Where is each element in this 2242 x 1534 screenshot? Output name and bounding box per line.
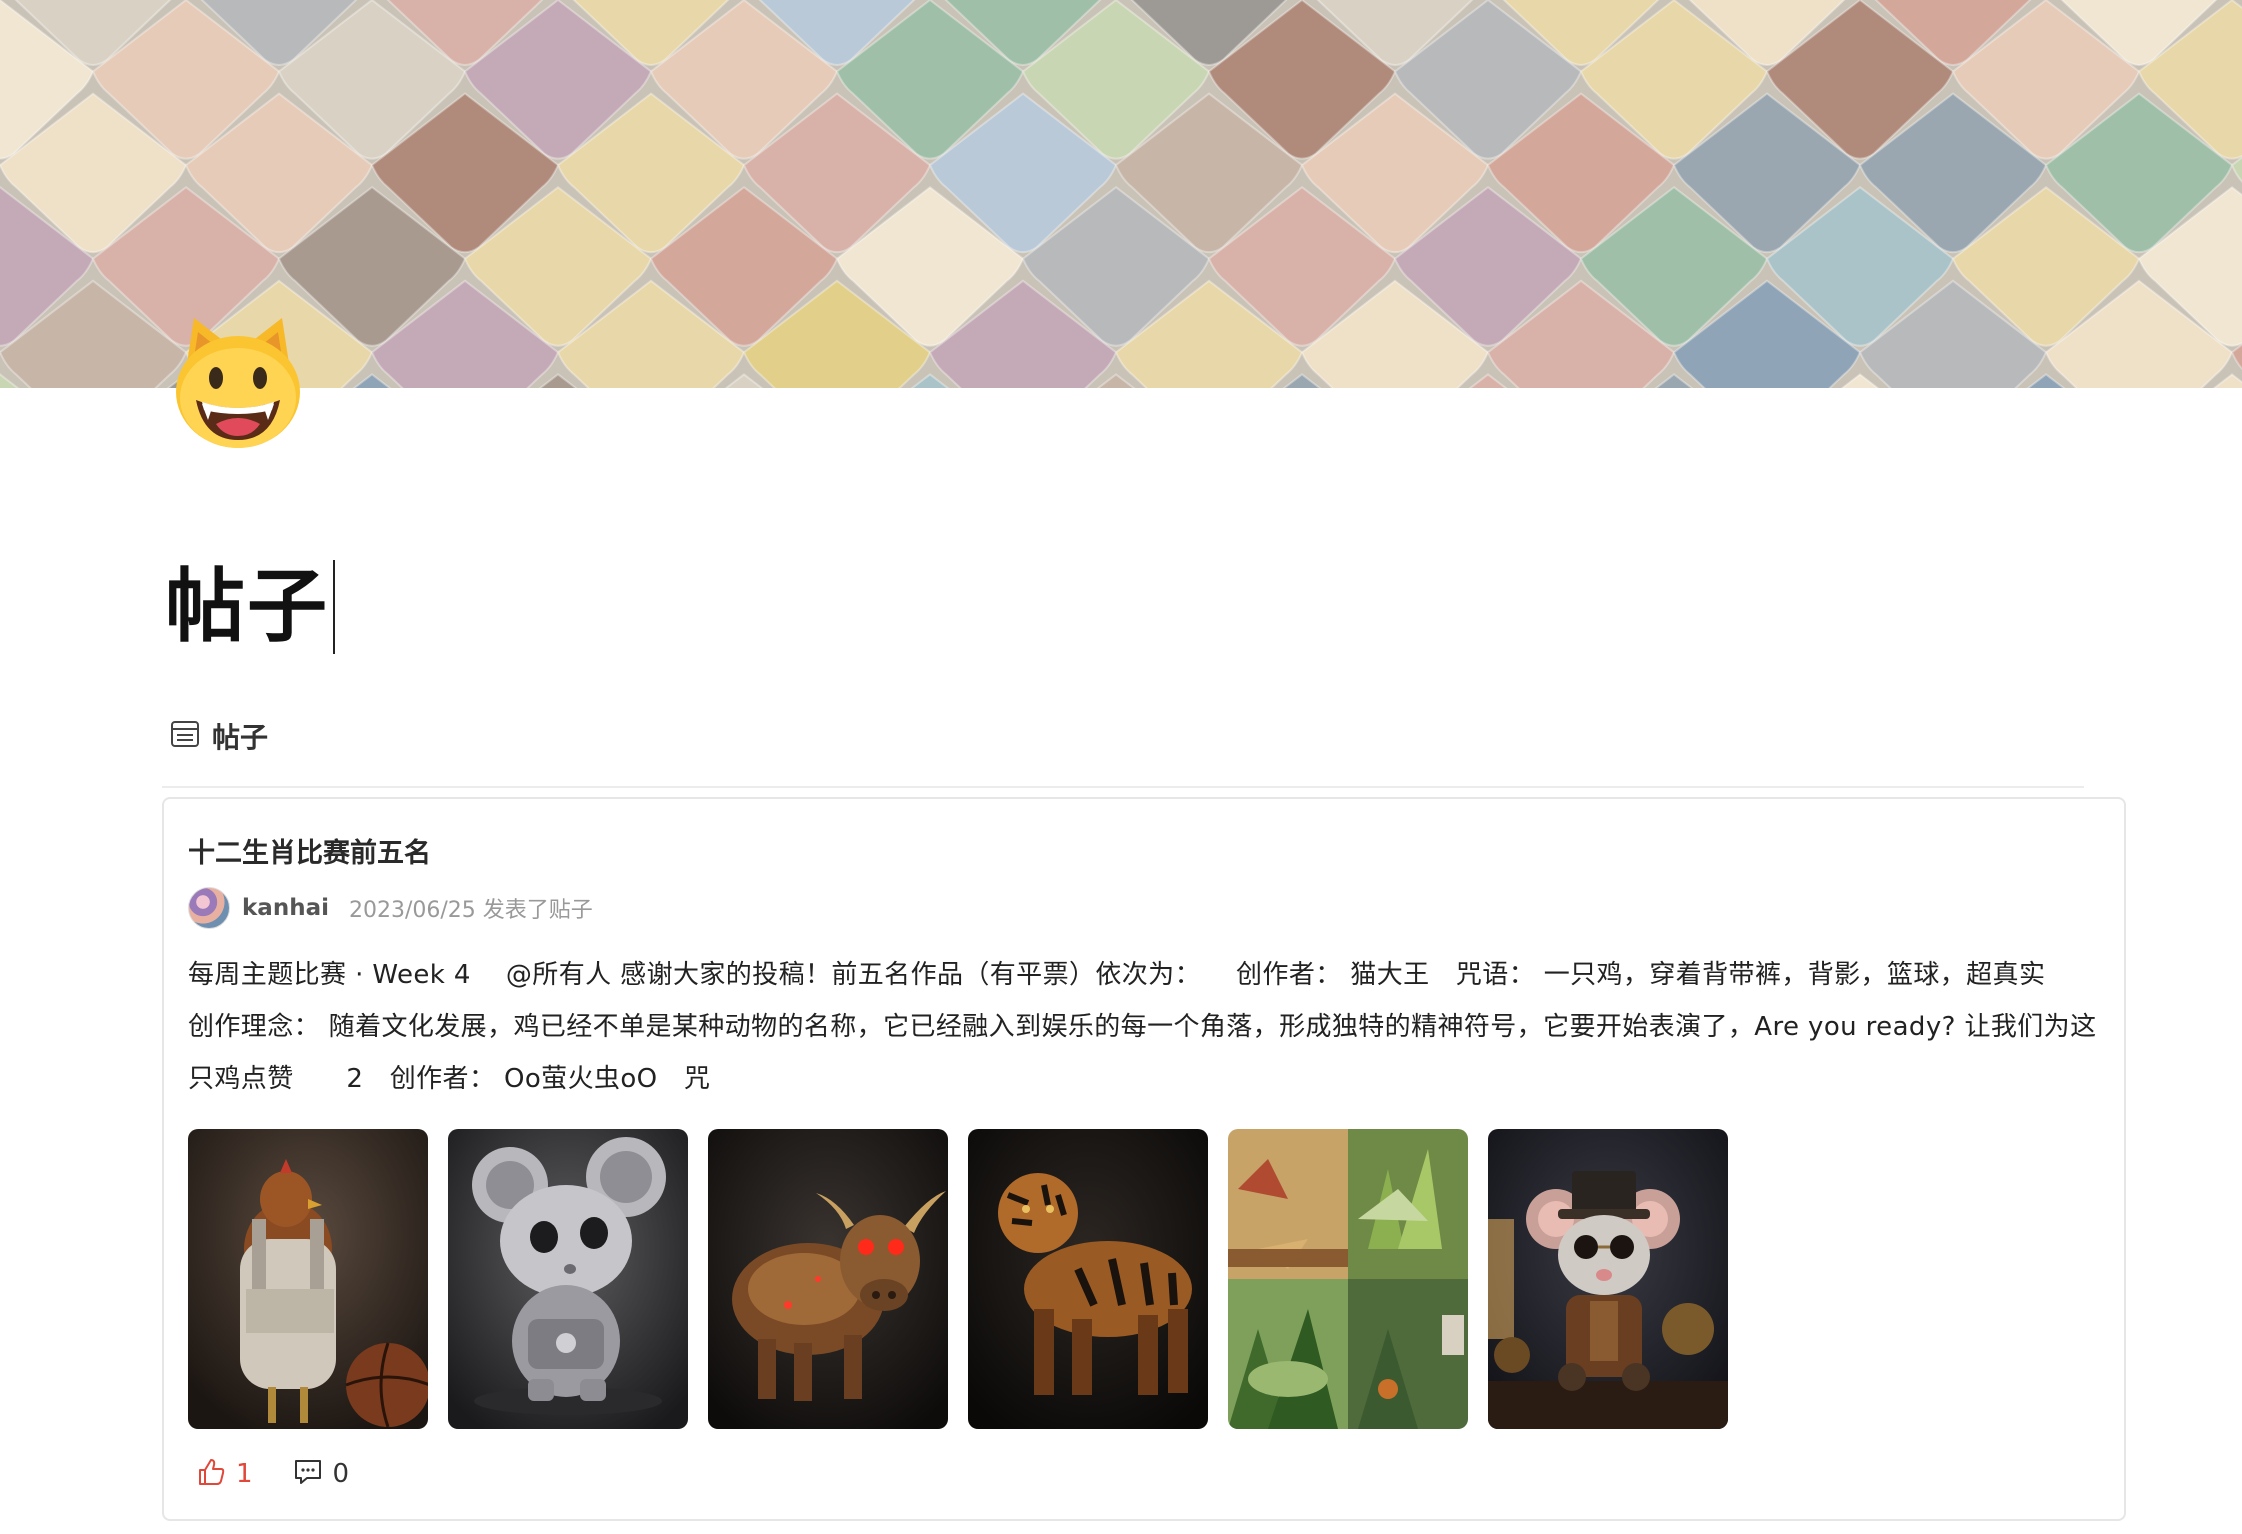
view-tab-label: 帖子 [212,721,269,754]
comment-count: 0 [332,1459,350,1489]
comment-icon [293,1458,323,1490]
post-date: 2023/06/25 发表了贴子 [348,898,593,923]
post-image-chicken[interactable] [188,1129,428,1429]
post-image-paper-collage[interactable] [1228,1129,1468,1429]
post-image-steampunk-mouse[interactable] [1488,1129,1728,1429]
post-card[interactable]: 十二生肖比赛前五名 kanhai 2023/06/25 发表了贴子 每周主题比赛… [162,797,2126,1521]
post-image-bronze-bull[interactable] [708,1129,948,1429]
like-count: 1 [236,1459,253,1489]
avatar[interactable] [188,887,230,929]
comment-button[interactable]: 0 [293,1458,350,1490]
image-gallery [188,1129,1728,1429]
grinning-cat-emoji-icon[interactable] [168,312,308,452]
thumbs-up-icon [196,1457,226,1491]
page: 帖子 帖子 十二生肖比赛前五名 kanhai 2023/06/25 发表了贴子 … [0,0,2242,1534]
post-actions: 1 0 [196,1457,349,1491]
tab-divider [162,786,2084,788]
text-cursor [333,560,335,654]
post-meta: kanhai 2023/06/25 发表了贴子 [188,887,593,929]
list-view-icon [170,720,200,752]
cover-image[interactable] [0,0,2242,388]
post-body: 每周主题比赛 · Week 4 @所有人 感谢大家的投稿！前五名作品（有平票）依… [188,960,2097,1094]
post-title[interactable]: 十二生肖比赛前五名 [188,831,431,870]
post-image-mechanical-tiger[interactable] [968,1129,1208,1429]
like-button[interactable]: 1 [196,1457,253,1491]
post-image-silver-mouse[interactable] [448,1129,688,1429]
view-tab-posts[interactable]: 帖子 [170,716,268,756]
page-title[interactable]: 帖子 [165,567,329,647]
author-name[interactable]: kanhai [242,895,329,921]
page-title-row[interactable]: 帖子 [165,560,335,654]
scale-tile-pattern [0,0,2242,388]
